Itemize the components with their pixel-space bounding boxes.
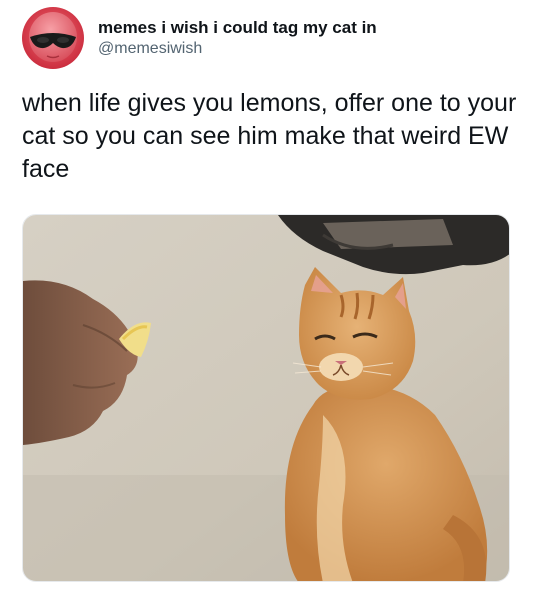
tweet-media-photo[interactable] xyxy=(22,214,510,582)
avatar[interactable] xyxy=(22,7,84,69)
tweet-card: memes i wish i could tag my cat in @meme… xyxy=(0,0,533,600)
alien-avatar-icon xyxy=(22,7,84,69)
account-handle[interactable]: @memesiwish xyxy=(98,38,377,59)
display-name[interactable]: memes i wish i could tag my cat in xyxy=(98,17,377,38)
tweet-header: memes i wish i could tag my cat in @meme… xyxy=(22,7,377,69)
account-names: memes i wish i could tag my cat in @meme… xyxy=(98,17,377,59)
tweet-text: when life gives you lemons, offer one to… xyxy=(22,89,517,183)
cat-lemon-photo xyxy=(23,215,509,581)
